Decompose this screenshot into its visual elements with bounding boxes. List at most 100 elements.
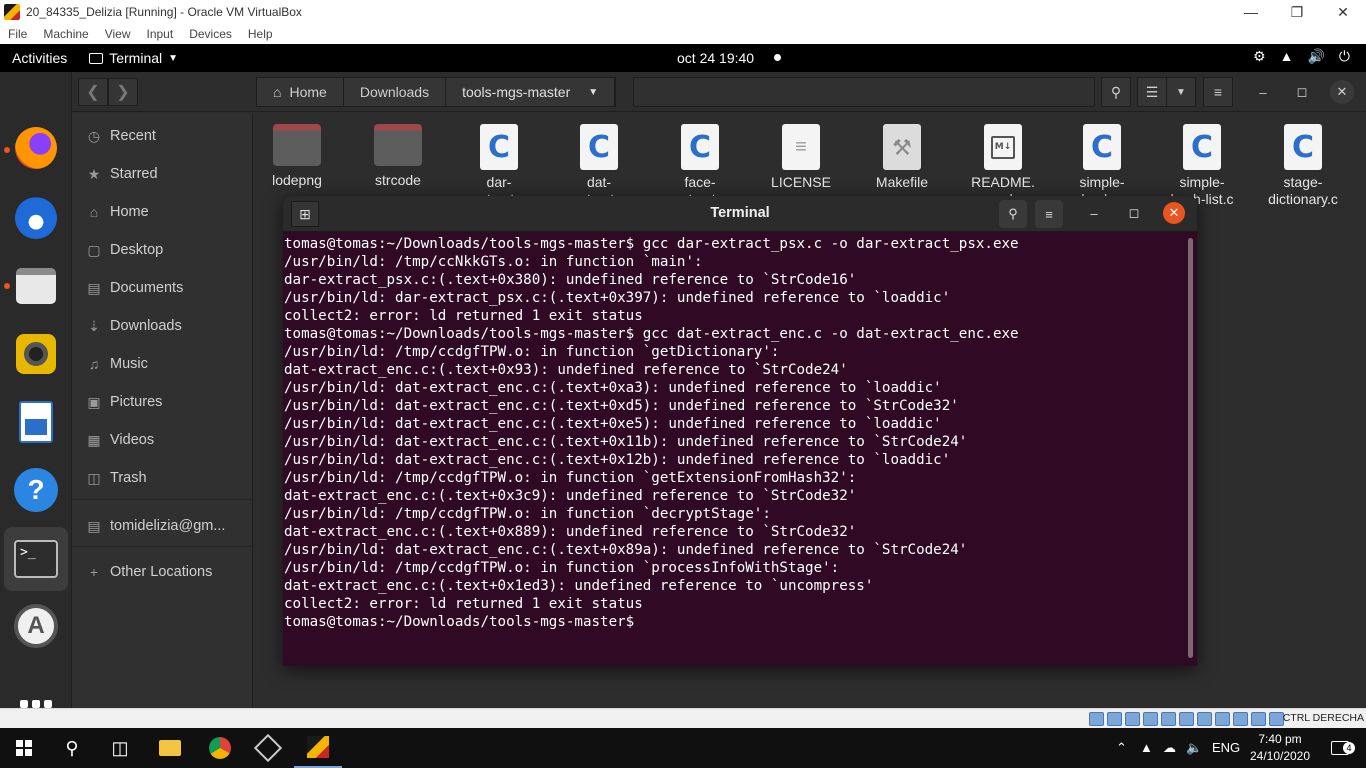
sidebar-item-documents[interactable]: ▤ Documents <box>86 276 183 300</box>
sidebar-item-home[interactable]: ⌂ Home <box>86 200 149 224</box>
onedrive-icon[interactable]: ☁ <box>1163 740 1176 756</box>
breadcrumb-downloads[interactable]: Downloads <box>344 78 447 106</box>
close-button[interactable]: ✕ <box>1320 0 1366 24</box>
terminal-line: dar-extract_psx.c:(.text+0x380): undefin… <box>284 272 857 288</box>
sidebar-item-label: Trash <box>110 470 147 486</box>
folder-icon <box>159 740 181 756</box>
task-view-button[interactable]: ◫ <box>96 728 144 768</box>
usb-icon[interactable] <box>1161 712 1176 726</box>
terminal-line: /usr/bin/ld: dat-extract_enc.c:(.text+0x… <box>284 416 942 432</box>
chevron-down-icon: ▼ <box>168 52 179 64</box>
back-button[interactable]: ❮ <box>78 78 108 106</box>
sidebar-item-other-locations[interactable]: + Other Locations <box>86 560 212 584</box>
menu-button[interactable]: ≡ <box>1035 200 1063 228</box>
language-indicator[interactable]: ENG <box>1212 740 1240 755</box>
menu-item-view[interactable]: View <box>105 27 131 41</box>
maximize-button[interactable]: ◻ <box>1123 202 1145 224</box>
menu-item-input[interactable]: Input <box>147 27 174 41</box>
minimize-button[interactable]: – <box>1083 202 1105 224</box>
close-button[interactable]: ✕ <box>1330 80 1354 104</box>
files-icon[interactable] <box>12 262 60 310</box>
breadcrumb-current[interactable]: tools-mgs-master ▼ <box>446 78 616 106</box>
sidebar-item-starred[interactable]: ★ Starred <box>86 162 158 186</box>
minimize-button[interactable]: – <box>1251 80 1275 104</box>
search-button[interactable]: ⚲ <box>1101 77 1131 107</box>
activities-button[interactable]: Activities <box>0 50 79 66</box>
network-icon[interactable]: ▲ <box>1140 740 1153 755</box>
libreoffice-writer-icon[interactable] <box>12 398 60 446</box>
help-icon[interactable]: ? <box>12 466 60 514</box>
search-button[interactable]: ⚲ <box>48 728 96 768</box>
optical-icon[interactable] <box>1107 712 1122 726</box>
sidebar-item-account[interactable]: ▤ tomidelizia@gm... <box>86 514 225 538</box>
file-item[interactable]: Cstage- dictionary.c <box>1258 124 1348 208</box>
restore-button[interactable]: ❐ <box>1274 0 1320 24</box>
menu-item-file[interactable]: File <box>8 27 27 41</box>
clock-date: 24/10/2020 <box>1249 749 1311 763</box>
sidebar-item-trash[interactable]: ◫ Trash <box>86 466 147 490</box>
terminal-line: /usr/bin/ld: /tmp/ccdgfTPW.o: in functio… <box>284 470 857 486</box>
scrollbar[interactable] <box>1188 238 1193 658</box>
plus-icon: + <box>89 564 99 580</box>
breadcrumb-home[interactable]: ⌂ Home <box>257 78 344 106</box>
sidebar-item-pictures[interactable]: ▣ Pictures <box>86 390 162 414</box>
forward-button[interactable]: ❯ <box>108 78 138 106</box>
menu-item-devices[interactable]: Devices <box>189 27 232 41</box>
sidebar-item-music[interactable]: ♫ Music <box>86 352 148 376</box>
gnome-topbar: Activities Terminal ▼ oct 24 19:40 ⚙ ▲ 🔊… <box>0 44 1366 72</box>
clock[interactable]: oct 24 19:40 <box>677 50 754 66</box>
search-button[interactable]: ⚲ <box>999 200 1027 228</box>
power-icon[interactable]: ⏻ <box>1339 48 1350 65</box>
minimize-button[interactable]: — <box>1228 0 1274 24</box>
view-options-button[interactable]: ▼ <box>1166 77 1196 107</box>
menu-item-machine[interactable]: Machine <box>43 27 88 41</box>
sidebar-item-downloads[interactable]: ⇣ Downloads <box>86 314 182 338</box>
terminal-icon[interactable]: >_ <box>4 527 68 591</box>
thunderbird-icon[interactable] <box>12 194 60 242</box>
terminal-output[interactable]: tomas@tomas:~/Downloads/tools-mgs-master… <box>284 235 1184 661</box>
taskbar-clock[interactable]: 7:40 pm 24/10/2020 <box>1248 731 1312 765</box>
volume-icon[interactable]: 🔊 <box>1307 48 1324 65</box>
system-tray[interactable]: ⚙ ▲ 🔊 ⏻ <box>1253 48 1350 65</box>
menu-button[interactable]: ≡ <box>1203 77 1233 107</box>
sidebar-item-desktop[interactable]: ▢ Desktop <box>86 238 163 262</box>
rhythmbox-icon[interactable] <box>12 330 60 378</box>
accessibility-icon[interactable]: ⚙ <box>1253 48 1266 65</box>
network-icon[interactable]: ▲ <box>1280 48 1294 65</box>
hdd-icon[interactable] <box>1089 712 1104 726</box>
terminal-line: tomas@tomas:~/Downloads/tools-mgs-master… <box>284 326 1019 342</box>
file-item[interactable]: lodepng <box>252 124 342 189</box>
vm-taskbar-icon[interactable] <box>294 728 342 768</box>
shared-folder-icon[interactable] <box>1179 712 1194 726</box>
display-icon[interactable] <box>1197 712 1212 726</box>
virtualbox-taskbar-icon[interactable] <box>244 728 292 768</box>
file-item[interactable]: ≡ LICENSE <box>756 124 846 191</box>
chevron-down-icon: ▼ <box>588 86 599 98</box>
menu-item-help[interactable]: Help <box>248 27 273 41</box>
firefox-icon[interactable] <box>12 124 60 172</box>
app-menu[interactable]: Terminal ▼ <box>79 50 188 66</box>
recording-icon[interactable] <box>1215 712 1230 726</box>
notifications-button[interactable]: 4 <box>1316 728 1364 768</box>
file-item[interactable]: ⚒ Makefile <box>857 124 947 191</box>
vbox-titlebar: 20_84335_Delizia [Running] - Oracle VM V… <box>0 0 1366 24</box>
sidebar-item-recent[interactable]: ◷ Recent <box>86 124 156 148</box>
maximize-button[interactable]: ◻ <box>1290 80 1314 104</box>
cpu-icon[interactable] <box>1233 712 1248 726</box>
audio-icon[interactable] <box>1125 712 1140 726</box>
start-button[interactable] <box>0 728 48 768</box>
chevron-up-icon[interactable]: ⌃ <box>1116 740 1127 756</box>
software-icon[interactable]: A <box>12 602 60 650</box>
folder-icon <box>374 124 422 166</box>
volume-icon[interactable]: 🔈 <box>1186 740 1202 756</box>
explorer-taskbar-icon[interactable] <box>146 728 194 768</box>
list-view-button[interactable]: ☰ <box>1137 77 1167 107</box>
sidebar-item-videos[interactable]: ▦ Videos <box>86 428 154 452</box>
mouse-icon[interactable] <box>1251 712 1266 726</box>
terminal-line: /usr/bin/ld: dat-extract_enc.c:(.text+0x… <box>284 542 968 558</box>
chrome-taskbar-icon[interactable] <box>196 728 244 768</box>
file-item[interactable]: strcode <box>353 124 443 189</box>
network-icon[interactable] <box>1143 712 1158 726</box>
close-button[interactable]: ✕ <box>1163 202 1185 224</box>
show-apps-icon[interactable] <box>12 692 60 708</box>
